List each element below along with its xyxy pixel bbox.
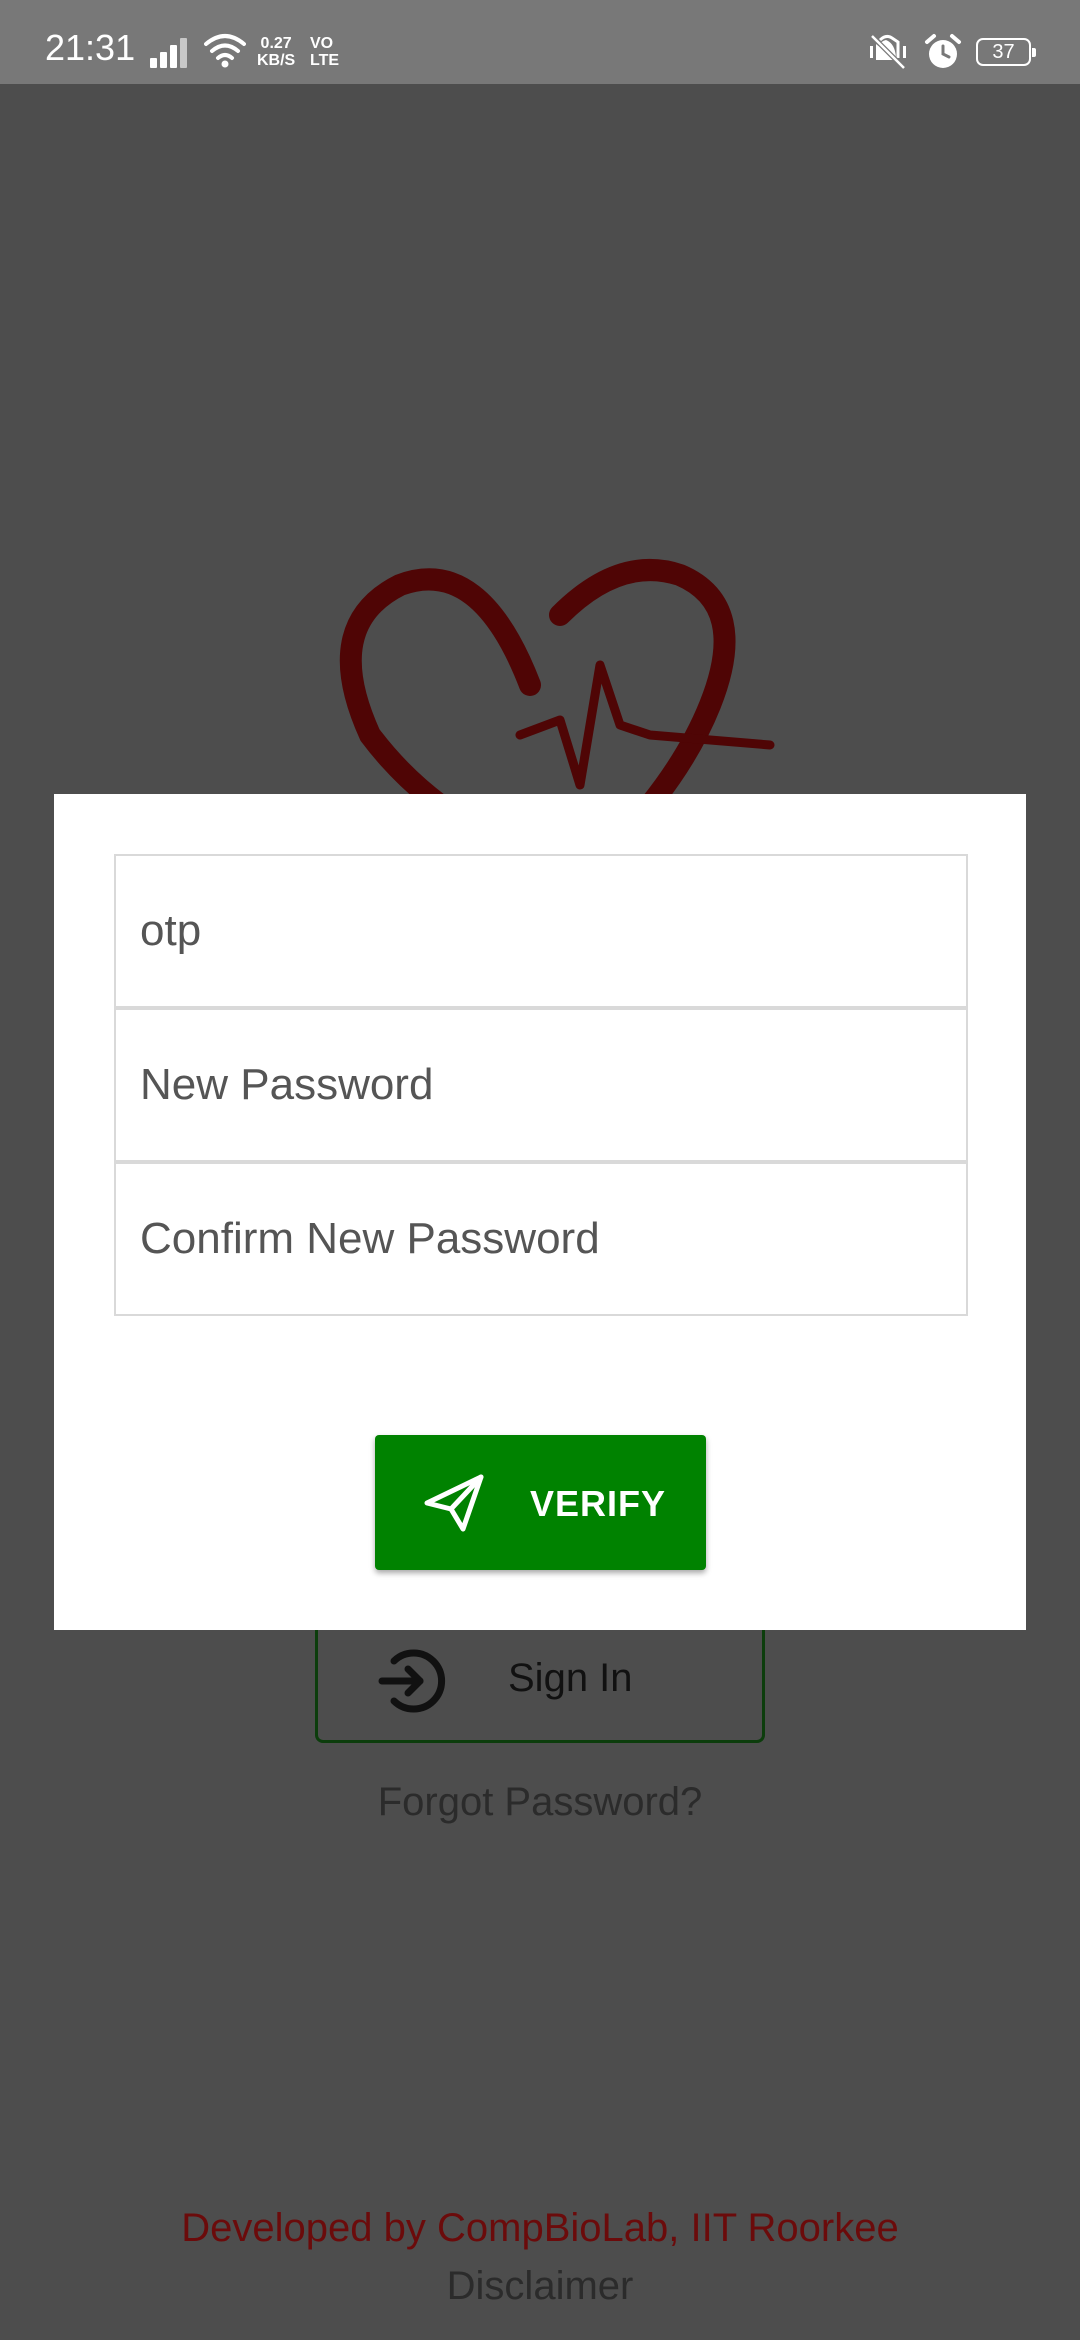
wifi-icon bbox=[204, 32, 246, 73]
otp-input[interactable] bbox=[116, 856, 966, 1006]
volte-indicator: VO LTE bbox=[310, 35, 339, 69]
login-icon bbox=[376, 1645, 448, 1722]
volte-bottom: LTE bbox=[310, 52, 340, 69]
developed-by-text: Developed by CompBioLab, IIT Roorkee bbox=[181, 2206, 899, 2250]
alarm-icon bbox=[924, 33, 962, 76]
confirm-password-input[interactable] bbox=[116, 1164, 966, 1314]
disclaimer-link[interactable]: Disclaimer bbox=[0, 2264, 1080, 2309]
network-speed: 0.27 KB/S bbox=[257, 35, 295, 69]
sign-in-label: Sign In bbox=[508, 1656, 633, 1700]
forgot-password-link[interactable]: Forgot Password? bbox=[0, 1780, 1080, 1825]
send-icon bbox=[423, 1473, 485, 1538]
status-time: 21:31 bbox=[45, 27, 136, 68]
new-password-field[interactable] bbox=[114, 1008, 968, 1162]
battery-icon: 37 bbox=[976, 38, 1036, 66]
confirm-password-field[interactable] bbox=[114, 1162, 968, 1316]
verify-button[interactable]: VERIFY bbox=[375, 1435, 706, 1570]
heart-pulse-icon bbox=[330, 545, 780, 805]
signal-icon bbox=[150, 36, 190, 73]
network-speed-unit: KB/S bbox=[257, 52, 296, 69]
reset-password-dialog: VERIFY bbox=[54, 794, 1026, 1630]
verify-label: VERIFY bbox=[530, 1483, 667, 1524]
new-password-input[interactable] bbox=[116, 1010, 966, 1160]
otp-field[interactable] bbox=[114, 854, 968, 1008]
mute-icon bbox=[866, 34, 910, 75]
network-speed-value: 0.27 bbox=[260, 35, 292, 52]
sign-in-button[interactable]: Sign In bbox=[315, 1620, 765, 1743]
volte-top: VO bbox=[310, 35, 334, 52]
status-bar: 21:31 0.27 KB/S VO LTE 37 bbox=[0, 0, 1080, 84]
